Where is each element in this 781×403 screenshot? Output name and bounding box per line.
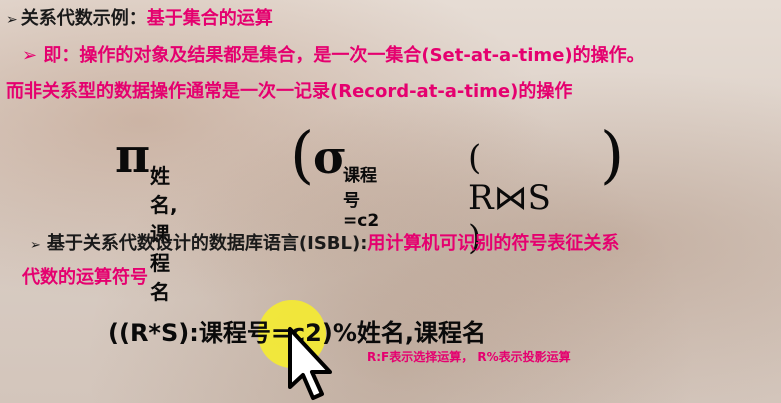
isbl-emphasis: 用计算机可识别的符号表征关系 xyxy=(367,233,620,254)
close-paren: ) xyxy=(600,118,625,191)
arrow-bullet-icon: ➢ xyxy=(30,238,41,253)
arrow-bullet-icon: ➢ xyxy=(6,12,18,28)
open-paren: ( xyxy=(290,118,315,191)
operator-note: R:F表示选择运算， R%表示投影运算 xyxy=(367,350,571,364)
isbl-line: ➢ 基于关系代数设计的数据库语言(ISBL):用计算机可识别的符号表征关系 xyxy=(30,229,619,255)
set-at-a-time-text: ➢ 即：操作的对象及结果都是集合，是一次一集合(Set-at-a-time)的操… xyxy=(22,45,645,66)
title-label: 关系代数示例： xyxy=(20,8,147,29)
selection-condition: 课程号=c2 xyxy=(343,166,380,231)
projection-symbol: π xyxy=(115,128,151,184)
mouse-pointer-icon xyxy=(288,327,332,400)
selection-symbol: σ xyxy=(313,130,347,184)
title-emphasis: 基于集合的运算 xyxy=(146,8,273,29)
record-at-a-time-text: 而非关系型的数据操作通常是一次一记录(Record-at-a-time)的操作 xyxy=(6,81,573,102)
isbl-continuation: 代数的运算符号 xyxy=(22,267,148,288)
slide-title-line: ➢ 关系代数示例：基于集合的运算 xyxy=(6,4,273,30)
isbl-label: 基于关系代数设计的数据库语言(ISBL): xyxy=(46,233,368,254)
